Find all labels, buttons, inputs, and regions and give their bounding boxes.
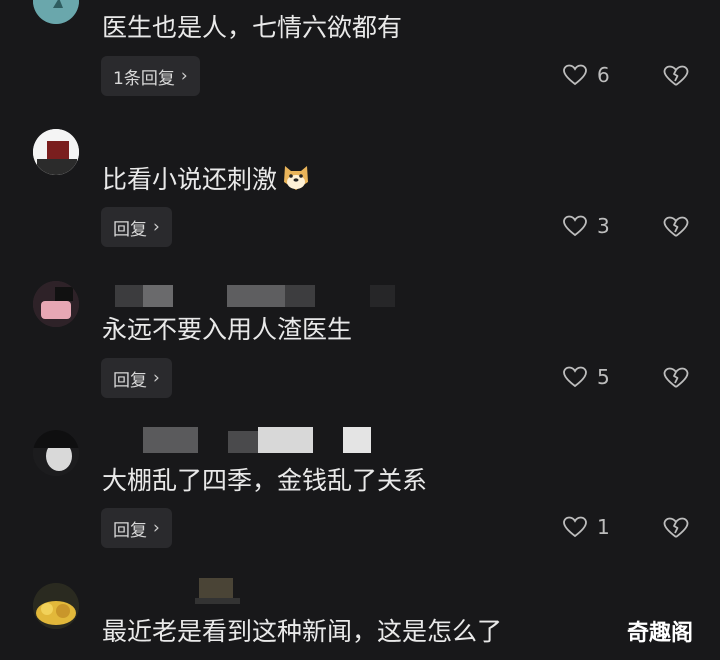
dislike-button[interactable] [663, 65, 689, 91]
broken-heart-icon [663, 517, 689, 538]
like-count: 3 [597, 214, 610, 238]
username-blurred [195, 578, 240, 604]
like-button[interactable]: 5 [563, 365, 610, 389]
dislike-button[interactable] [663, 216, 689, 242]
dislike-button[interactable] [663, 367, 689, 393]
broken-heart-icon [663, 367, 689, 388]
avatar[interactable] [33, 430, 79, 476]
like-count: 5 [597, 365, 610, 389]
username-blurred [115, 285, 395, 307]
heart-outline-icon [563, 64, 587, 86]
dislike-button[interactable] [663, 517, 689, 543]
heart-outline-icon [563, 366, 587, 388]
doge-emoji-icon [281, 162, 311, 192]
comment-text: 比看小说还刺激 [102, 162, 311, 196]
like-count: 6 [597, 63, 610, 87]
avatar[interactable] [33, 281, 79, 327]
reply-button[interactable]: 回复 › [101, 358, 172, 398]
reply-label: 回复 [113, 370, 147, 391]
like-count: 1 [597, 515, 610, 539]
like-button[interactable]: 3 [563, 214, 610, 238]
reply-label: 1条回复 [113, 68, 175, 89]
comment-text: 医生也是人，七情六欲都有 [102, 13, 403, 42]
view-replies-button[interactable]: 1条回复 › [101, 56, 200, 96]
chevron-right-icon: › [153, 368, 160, 388]
reply-label: 回复 [113, 520, 147, 541]
broken-heart-icon [663, 65, 689, 86]
avatar[interactable] [33, 0, 79, 24]
avatar[interactable] [33, 583, 79, 629]
avatar[interactable] [33, 129, 79, 175]
heart-outline-icon [563, 516, 587, 538]
chevron-right-icon: › [153, 518, 160, 538]
heart-outline-icon [563, 215, 587, 237]
comment-text: 大棚乱了四季，金钱乱了关系 [102, 466, 428, 495]
like-button[interactable]: 1 [563, 515, 610, 539]
chevron-right-icon: › [180, 66, 188, 86]
chevron-right-icon: › [153, 217, 160, 237]
username-blurred [115, 427, 375, 453]
like-button[interactable]: 6 [563, 63, 610, 87]
broken-heart-icon [663, 216, 689, 237]
reply-label: 回复 [113, 219, 147, 240]
watermark: 奇趣阁 [627, 621, 694, 646]
reply-button[interactable]: 回复 › [101, 508, 172, 548]
comment-text: 最近老是看到这种新闻，这是怎么了 [102, 617, 503, 646]
comment-text: 永远不要入用人渣医生 [102, 315, 353, 344]
reply-button[interactable]: 回复 › [101, 207, 172, 247]
